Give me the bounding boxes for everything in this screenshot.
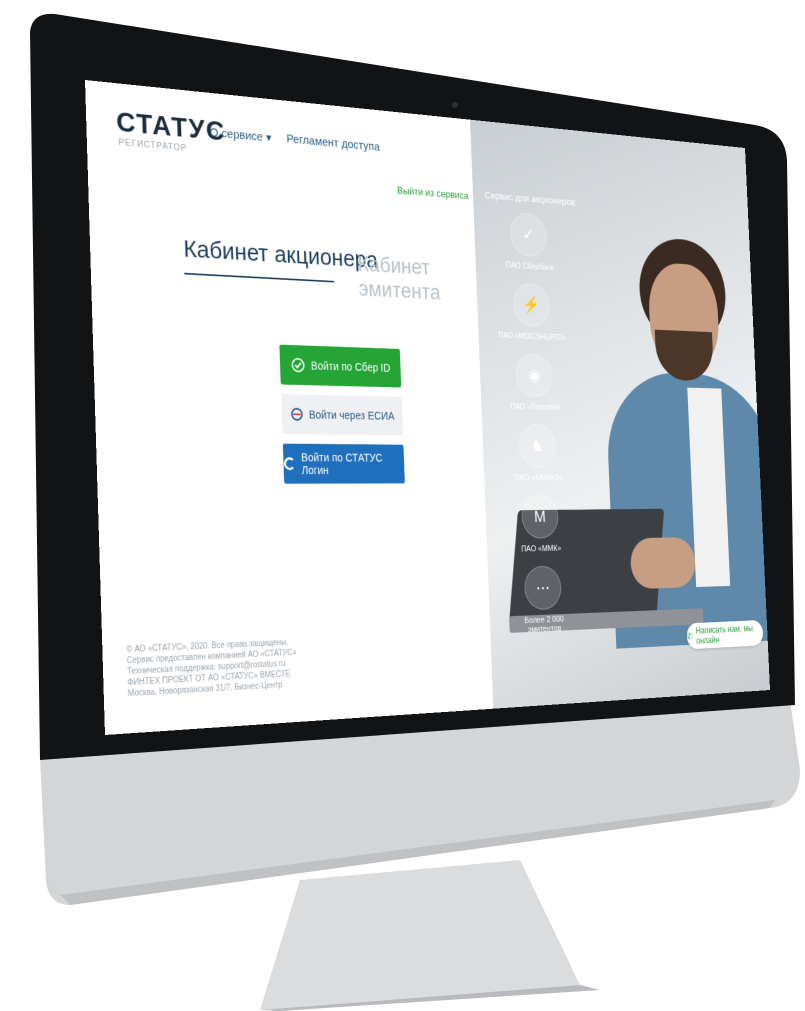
mosenergo-icon: ⚡: [512, 282, 550, 327]
active-tab-indicator: [184, 273, 334, 283]
partner-item[interactable]: ✓ ПАО Сбербанк: [493, 211, 564, 273]
footer: © АО «СТАТУС», 2020. Все права защищены.…: [126, 635, 352, 700]
login-pane: СТАТУС РЕГИСТРАТОР О сервисе ▾ Регламент…: [85, 80, 493, 735]
chat-help-button[interactable]: ✆ Написать нам, мы онлайн: [686, 620, 763, 649]
more-icon: ⋯: [524, 566, 562, 611]
sber-id-button[interactable]: Войти по Сбер ID: [279, 345, 401, 388]
partner-label: ПАО «МОСЭНЕРГО»: [498, 331, 567, 343]
checkmark-icon: ✓: [509, 212, 547, 257]
chat-icon: ✆: [687, 631, 693, 641]
camera-icon: [452, 102, 458, 108]
rosseti-icon: ◉: [515, 353, 553, 397]
mmk-icon: M: [521, 495, 559, 539]
chat-help-label: Написать нам, мы онлайн: [696, 623, 764, 646]
esia-icon: [290, 407, 303, 422]
status-login-button[interactable]: Войти по СТАТУС Логин: [283, 444, 405, 484]
monitor-stand: [260, 860, 580, 1010]
tab-shareholder[interactable]: Кабинет акционера: [183, 235, 378, 274]
nav-access-rules[interactable]: Регламент доступа: [286, 132, 380, 154]
partner-item[interactable]: ⋯ Более 2 000 эмитентов: [507, 565, 579, 635]
partner-label: ПАО Сбербанк: [495, 260, 564, 273]
sber-check-icon: [291, 357, 306, 373]
partner-item[interactable]: ⚡ ПАО «МОСЭНЕРГО»: [496, 282, 567, 343]
status-logo-icon: [283, 456, 296, 470]
sber-id-label: Войти по Сбер ID: [311, 359, 391, 374]
tab-issuer[interactable]: Кабинет эмитента: [357, 251, 477, 306]
partner-item[interactable]: M ПАО «ММК»: [504, 495, 575, 554]
status-login-label: Войти по СТАТУС Логин: [301, 451, 405, 477]
partner-label: ПАО «ММК»: [506, 544, 575, 554]
person-hand: [630, 537, 696, 589]
esia-label: Войти через ЕСИА: [309, 408, 395, 422]
exit-link[interactable]: Выйти из сервиса: [397, 184, 469, 201]
promo-pane: Сервис для акционеров: ✓ ПАО Сбербанк ⚡ …: [470, 120, 770, 709]
partners-title: Сервис для акционеров:: [484, 189, 577, 208]
partner-label: ПАО «Россети»: [501, 402, 570, 412]
kamaz-icon: ♞: [518, 424, 556, 468]
screen: СТАТУС РЕГИСТРАТОР О сервисе ▾ Регламент…: [85, 80, 770, 735]
partner-label: ПАО «КАМАЗ»: [503, 473, 572, 482]
partner-label: Более 2 000 эмитентов: [509, 614, 579, 635]
partner-item[interactable]: ◉ ПАО «Россети»: [499, 353, 570, 413]
esia-button[interactable]: Войти через ЕСИА: [281, 394, 403, 435]
partner-item[interactable]: ♞ ПАО «КАМАЗ»: [501, 424, 572, 483]
